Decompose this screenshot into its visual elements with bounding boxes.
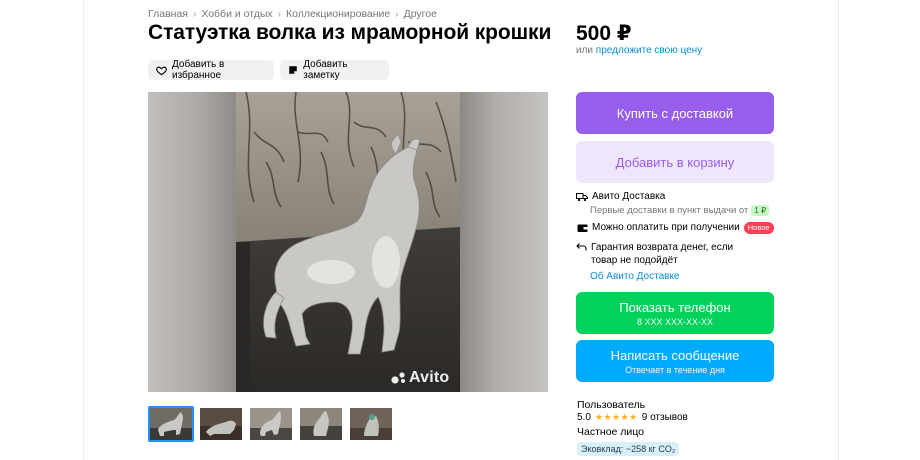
rating-stars-icon: ★★★★★: [594, 412, 638, 422]
avito-delivery-row: Авито Доставка: [576, 191, 665, 203]
wolf-statue-photo: [236, 92, 460, 392]
thumbnail-3[interactable]: [248, 406, 294, 442]
wallet-icon: [576, 222, 588, 234]
seller-rating-value: 5.0: [577, 412, 591, 423]
delivery-subtitle: Первые доставки в пункт выдачи от 1 ₽: [590, 205, 770, 216]
delivery-subtitle-text: Первые доставки в пункт выдачи от: [590, 205, 749, 216]
avito-watermark: Avito: [391, 369, 449, 387]
about-delivery-link[interactable]: Об Авито Доставке: [590, 271, 680, 282]
breadcrumb-collecting[interactable]: Коллекционирование: [286, 8, 390, 20]
buy-with-delivery-label: Купить с доставкой: [616, 105, 734, 121]
show-phone-label: Показать телефон: [619, 299, 731, 315]
thumbnail-1[interactable]: [148, 406, 194, 442]
listing-title: Статуэтка волка из мраморной крошки: [148, 21, 552, 44]
price-offer-prefix: или: [576, 45, 596, 56]
page-right-divider: [838, 0, 839, 460]
guarantee-row: Гарантия возврата денег, если товар не п…: [576, 241, 756, 267]
add-to-favorites-button[interactable]: Добавить в избранное: [148, 59, 274, 81]
truck-icon: [576, 191, 588, 203]
heart-icon: [156, 65, 167, 76]
delivery-price-badge: 1 ₽: [751, 205, 770, 216]
breadcrumb-chevron-icon: ›: [192, 8, 197, 20]
write-message-button[interactable]: Написать сообщение Отвечает в течение дн…: [576, 340, 774, 382]
thumbnail-5[interactable]: [348, 406, 394, 442]
seller-type: Частное лицо: [577, 426, 645, 438]
price: 500 ₽: [576, 22, 632, 45]
guarantee-text: Гарантия возврата денег, если товар не п…: [591, 242, 734, 266]
breadcrumb-hobby[interactable]: Хобби и отдых: [201, 8, 272, 20]
avito-delivery-title: Авито Доставка: [592, 191, 666, 202]
breadcrumb-home[interactable]: Главная: [148, 8, 188, 20]
thumbnail-strip: [148, 406, 394, 442]
seller-name[interactable]: Пользователь: [577, 399, 645, 411]
add-note-button[interactable]: Добавить заметку: [280, 59, 389, 81]
note-icon: [288, 65, 298, 76]
eco-contribution-badge[interactable]: Эковклад: ~258 кг CO₂: [577, 442, 680, 456]
seller-reviews-count: 9 отзывов: [641, 412, 688, 423]
pay-on-receipt-row: Можно оплатить при получении Новое: [576, 222, 774, 234]
add-to-cart-label: Добавить в корзину: [615, 154, 735, 170]
breadcrumb-chevron-icon: ›: [277, 8, 281, 20]
breadcrumb-other[interactable]: Другое: [404, 8, 437, 20]
pay-on-receipt-text: Можно оплатить при получении: [592, 222, 740, 233]
breadcrumb-chevron-icon: ›: [395, 8, 399, 20]
photo-gallery[interactable]: Avito: [148, 92, 548, 392]
gallery-blur-right: [460, 92, 548, 392]
suggest-price-link[interactable]: предложите свою цену: [596, 45, 702, 56]
breadcrumb: Главная › Хобби и отдых › Коллекциониров…: [148, 8, 437, 20]
avito-logo-icon: [391, 372, 405, 384]
reply-time: Отвечает в течение дня: [625, 364, 725, 375]
return-arrow-icon: [576, 241, 587, 253]
add-to-cart-button[interactable]: Добавить в корзину: [576, 141, 774, 183]
add-note-label: Добавить заметку: [303, 59, 348, 81]
show-phone-button[interactable]: Показать телефон 8 XXX XXX-XX-XX: [576, 292, 774, 334]
thumbnail-2[interactable]: [198, 406, 244, 442]
seller-rating[interactable]: 5.0 ★★★★★ 9 отзывов: [577, 412, 688, 423]
phone-masked: 8 XXX XXX-XX-XX: [636, 316, 714, 327]
page-left-divider: [83, 0, 84, 460]
price-offer: или предложите свою цену: [576, 45, 702, 56]
add-to-favorites-label: Добавить в избранное: [172, 59, 225, 81]
avito-watermark-text: Avito: [409, 369, 450, 386]
new-badge: Новое: [743, 222, 774, 234]
gallery-blur-left: [148, 92, 236, 392]
write-message-label: Написать сообщение: [610, 347, 740, 363]
buy-with-delivery-button[interactable]: Купить с доставкой: [576, 92, 774, 134]
thumbnail-4[interactable]: [298, 406, 344, 442]
